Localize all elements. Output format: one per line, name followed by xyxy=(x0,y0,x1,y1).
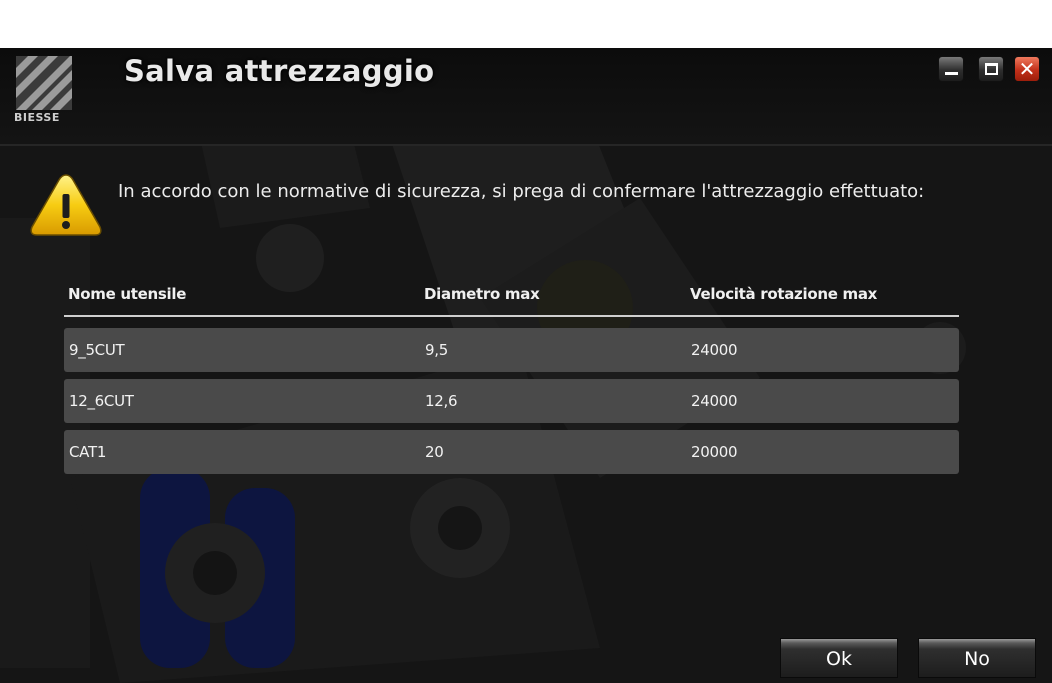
table-row[interactable]: 12_6CUT 12,6 24000 xyxy=(64,379,959,423)
cell-max-diameter: 20 xyxy=(425,443,444,461)
title-divider xyxy=(0,144,1052,146)
cell-max-rotation-speed: 20000 xyxy=(691,443,738,461)
minimize-button[interactable] xyxy=(938,56,964,82)
table-row[interactable]: 9_5CUT 9,5 24000 xyxy=(64,328,959,372)
cell-max-rotation-speed: 24000 xyxy=(691,392,738,410)
maximize-icon xyxy=(985,63,998,75)
column-header-max-rotation-speed: Velocità rotazione max xyxy=(690,285,878,303)
cell-tool-name: CAT1 xyxy=(69,443,107,461)
cell-tool-name: 9_5CUT xyxy=(69,341,125,359)
column-header-tool-name: Nome utensile xyxy=(68,285,187,303)
minimize-icon xyxy=(945,72,958,75)
maximize-button[interactable] xyxy=(978,56,1004,82)
cell-max-rotation-speed: 24000 xyxy=(691,341,738,359)
column-header-max-diameter: Diametro max xyxy=(424,285,540,303)
cell-max-diameter: 9,5 xyxy=(425,341,448,359)
warning-icon xyxy=(30,174,102,236)
header-divider xyxy=(64,315,959,317)
cell-tool-name: 12_6CUT xyxy=(69,392,134,410)
table-header: Nome utensile Diametro max Velocità rota… xyxy=(68,285,958,315)
close-icon: ✕ xyxy=(1018,57,1036,81)
logo-text: BIESSE xyxy=(14,111,60,124)
ok-button[interactable]: Ok xyxy=(780,638,898,678)
close-button[interactable]: ✕ xyxy=(1014,56,1040,82)
table-row[interactable]: CAT1 20 20000 xyxy=(64,430,959,474)
save-tooling-dialog: BIESSE Salva attrezzaggio ✕ In accordo c… xyxy=(0,48,1052,683)
cell-max-diameter: 12,6 xyxy=(425,392,458,410)
confirmation-message: In accordo con le normative di sicurezza… xyxy=(118,181,925,202)
window-title: Salva attrezzaggio xyxy=(124,54,435,88)
no-button[interactable]: No xyxy=(918,638,1036,678)
